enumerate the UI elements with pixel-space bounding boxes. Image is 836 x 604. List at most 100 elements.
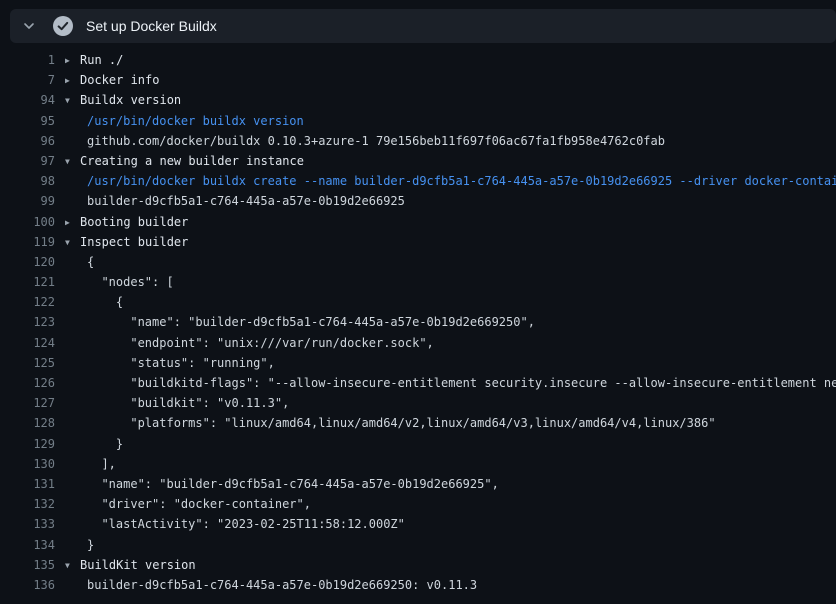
log-line[interactable]: 7 ▶Docker info — [0, 70, 836, 90]
line-number[interactable]: 1 — [0, 50, 55, 70]
log-line: 121 "nodes": [ — [0, 272, 836, 292]
line-number[interactable]: 134 — [0, 535, 55, 555]
log-line: 133 "lastActivity": "2023-02-25T11:58:12… — [0, 514, 836, 534]
log-line: 129 } — [0, 434, 836, 454]
log-line[interactable]: 119 ▼Inspect builder — [0, 232, 836, 252]
line-number[interactable]: 130 — [0, 454, 55, 474]
log-line[interactable]: 94 ▼Buildx version — [0, 90, 836, 110]
log-text: "name": "builder-d9cfb5a1-c764-445a-a57e… — [87, 477, 499, 491]
log-text: } — [87, 538, 94, 552]
group-toggle-icon[interactable]: ▶ — [65, 213, 80, 232]
log-line: 124 "endpoint": "unix:///var/run/docker.… — [0, 333, 836, 353]
log-text: builder-d9cfb5a1-c764-445a-a57e-0b19d2e6… — [87, 194, 405, 208]
check-circle-icon — [53, 16, 73, 36]
line-number[interactable]: 125 — [0, 353, 55, 373]
step-title: Set up Docker Buildx — [86, 18, 217, 34]
log-line[interactable]: 97 ▼Creating a new builder instance — [0, 151, 836, 171]
line-number[interactable]: 126 — [0, 373, 55, 393]
log-line-body: builder-d9cfb5a1-c764-445a-a57e-0b19d2e6… — [55, 575, 836, 595]
line-number[interactable]: 123 — [0, 312, 55, 332]
log-text: github.com/docker/buildx 0.10.3+azure-1 … — [87, 134, 665, 148]
log-line-body: ▶Booting builder — [55, 212, 836, 232]
log-line-body: "endpoint": "unix:///var/run/docker.sock… — [55, 333, 836, 353]
log-line-body: ▼BuildKit version — [55, 555, 836, 575]
line-number[interactable]: 132 — [0, 494, 55, 514]
log-line-body: } — [55, 434, 836, 454]
log-line-body: "buildkitd-flags": "--allow-insecure-ent… — [55, 373, 836, 393]
log-text: "platforms": "linux/amd64,linux/amd64/v2… — [87, 416, 716, 430]
log-line: 130 ], — [0, 454, 836, 474]
line-number[interactable]: 119 — [0, 232, 55, 252]
log-text: "status": "running", — [87, 356, 275, 370]
log-line: 126 "buildkitd-flags": "--allow-insecure… — [0, 373, 836, 393]
log-line-body: "status": "running", — [55, 353, 836, 373]
log-line: 136 builder-d9cfb5a1-c764-445a-a57e-0b19… — [0, 575, 836, 595]
line-number[interactable]: 124 — [0, 333, 55, 353]
log-line: 123 "name": "builder-d9cfb5a1-c764-445a-… — [0, 312, 836, 332]
line-number[interactable]: 136 — [0, 575, 55, 595]
line-number[interactable]: 98 — [0, 171, 55, 191]
log-line: 132 "driver": "docker-container", — [0, 494, 836, 514]
line-number[interactable]: 100 — [0, 212, 55, 232]
line-number[interactable]: 95 — [0, 111, 55, 131]
group-toggle-icon[interactable]: ▼ — [65, 556, 80, 575]
line-number[interactable]: 129 — [0, 434, 55, 454]
log-line-body: ▶Run ./ — [55, 50, 836, 70]
log-line-body: ▶Docker info — [55, 70, 836, 90]
log-line-body: "name": "builder-d9cfb5a1-c764-445a-a57e… — [55, 474, 836, 494]
log-line: 131 "name": "builder-d9cfb5a1-c764-445a-… — [0, 474, 836, 494]
line-number[interactable]: 121 — [0, 272, 55, 292]
log-text: "driver": "docker-container", — [87, 497, 311, 511]
line-number[interactable]: 135 — [0, 555, 55, 575]
log-line: 134 } — [0, 535, 836, 555]
group-toggle-icon[interactable]: ▼ — [65, 91, 80, 110]
log-line: 128 "platforms": "linux/amd64,linux/amd6… — [0, 413, 836, 433]
log-text: "buildkitd-flags": "--allow-insecure-ent… — [87, 376, 836, 390]
line-number[interactable]: 7 — [0, 70, 55, 90]
log-line-body: "nodes": [ — [55, 272, 836, 292]
log-text: ], — [87, 457, 116, 471]
line-number[interactable]: 99 — [0, 191, 55, 211]
line-number[interactable]: 128 — [0, 413, 55, 433]
log-text: /usr/bin/docker buildx version — [87, 114, 304, 128]
log-line: 120 { — [0, 252, 836, 272]
log-text: "lastActivity": "2023-02-25T11:58:12.000… — [87, 517, 405, 531]
group-toggle-icon[interactable]: ▼ — [65, 233, 80, 252]
line-number[interactable]: 122 — [0, 292, 55, 312]
log-text: { — [87, 255, 94, 269]
line-number[interactable]: 96 — [0, 131, 55, 151]
line-number[interactable]: 133 — [0, 514, 55, 534]
group-toggle-icon[interactable]: ▶ — [65, 51, 80, 70]
log-line-body: ▼Buildx version — [55, 90, 836, 110]
log-text: "endpoint": "unix:///var/run/docker.sock… — [87, 336, 434, 350]
log-line[interactable]: 135 ▼BuildKit version — [0, 555, 836, 575]
log-line-body: } — [55, 535, 836, 555]
line-number[interactable]: 94 — [0, 90, 55, 110]
log-line: 99 builder-d9cfb5a1-c764-445a-a57e-0b19d… — [0, 191, 836, 211]
log-text: Run ./ — [80, 53, 123, 67]
log-line-body: ▼Inspect builder — [55, 232, 836, 252]
log-line[interactable]: 100 ▶Booting builder — [0, 212, 836, 232]
log-text: { — [87, 295, 123, 309]
log-line[interactable]: 1 ▶Run ./ — [0, 50, 836, 70]
log-text: Docker info — [80, 73, 159, 87]
line-number[interactable]: 120 — [0, 252, 55, 272]
log-line-body: "buildkit": "v0.11.3", — [55, 393, 836, 413]
line-number[interactable]: 131 — [0, 474, 55, 494]
log-text: Creating a new builder instance — [80, 154, 304, 168]
log-line-body: /usr/bin/docker buildx create --name bui… — [55, 171, 836, 191]
log-text: "name": "builder-d9cfb5a1-c764-445a-a57e… — [87, 315, 535, 329]
log-text: BuildKit version — [80, 558, 196, 572]
step-header[interactable]: Set up Docker Buildx — [10, 9, 836, 43]
line-number[interactable]: 97 — [0, 151, 55, 171]
log-line-body: "platforms": "linux/amd64,linux/amd64/v2… — [55, 413, 836, 433]
log-line-body: "name": "builder-d9cfb5a1-c764-445a-a57e… — [55, 312, 836, 332]
log-text: Inspect builder — [80, 235, 188, 249]
log-line-body: "lastActivity": "2023-02-25T11:58:12.000… — [55, 514, 836, 534]
chevron-down-icon[interactable] — [23, 20, 35, 32]
group-toggle-icon[interactable]: ▼ — [65, 152, 80, 171]
group-toggle-icon[interactable]: ▶ — [65, 71, 80, 90]
log-text: Booting builder — [80, 215, 188, 229]
log-line-body: ▼Creating a new builder instance — [55, 151, 836, 171]
line-number[interactable]: 127 — [0, 393, 55, 413]
